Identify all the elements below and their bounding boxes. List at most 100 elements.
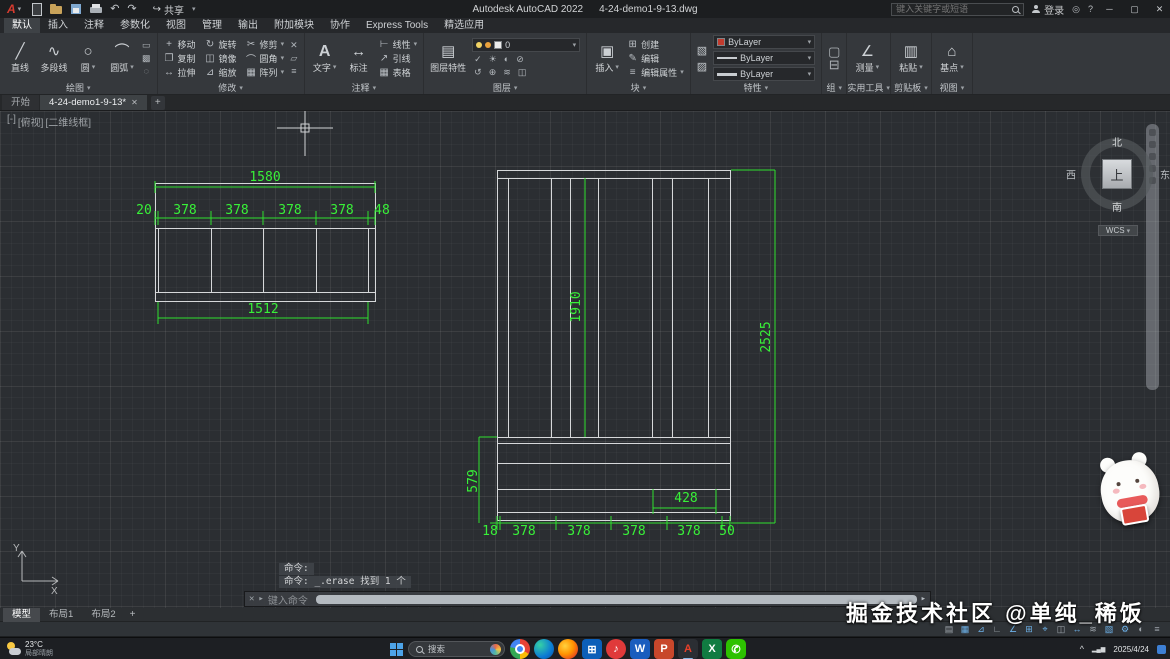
layer-tool-icon[interactable]: ↺ [474,67,482,78]
ribbon-tab-Express Tools[interactable]: Express Tools [358,18,436,33]
copy-tool[interactable]: ❐复制 [164,52,196,65]
drawing-view[interactable]: 1580 20 378 378 378 378 48 1512 [0,111,1170,608]
block-panel-footer[interactable]: 块▾ [587,81,690,94]
command-input-bar[interactable]: ✕ ▸ 键入命令 ▸ [244,591,931,607]
navigation-wheel-icon[interactable] [1149,129,1156,136]
taskbar-search[interactable]: 搜索 [408,641,505,657]
hatch-icon[interactable]: ▩ [142,53,151,64]
layout-tab-布局2[interactable]: 布局2 [82,608,124,622]
clock-date[interactable]: 2025/4/24 [1113,645,1149,654]
close-tab-icon[interactable]: ✕ [131,95,138,110]
layout-tab-布局1[interactable]: 布局1 [40,608,82,622]
layer-tool-icon[interactable]: ◫ [518,67,527,78]
move-tool[interactable]: +移动 [164,38,196,51]
layer-tool-icon[interactable]: ⊘ [516,54,524,65]
create-block-tool[interactable]: ⊞创建 [627,38,684,51]
properties-panel-footer[interactable]: 特性▾ [691,81,821,94]
command-scrollbar[interactable] [316,595,917,604]
compass-south[interactable]: 南 [1112,199,1122,214]
layers-panel-footer[interactable]: 图层▾ [424,81,586,94]
firefox-icon[interactable] [558,639,578,659]
compass-west[interactable]: 西 [1066,167,1076,182]
search-icon[interactable] [1012,6,1019,13]
app-store-icon[interactable]: ◎ [1072,4,1080,15]
base-view-tool[interactable]: ⌂ 基点▾ [938,43,966,74]
view-cube[interactable]: 北 南 西 东 上 WCS ▾ [1079,136,1155,212]
model-space-canvas[interactable]: [-] [俯视] [二维线框] [0,111,1170,608]
powerpoint-icon[interactable]: P [654,639,674,659]
array-tool[interactable]: ▦阵列▾ [246,66,285,79]
autocad-icon[interactable]: A [678,639,698,659]
linear-dimension-tool[interactable]: ⊢线性▾ [379,38,418,51]
lineweight-selector[interactable]: ByLayer ▾ [713,67,815,81]
new-file-icon[interactable] [30,3,42,15]
top-view-geometry[interactable] [156,184,376,302]
dimension-tool[interactable]: ↔ 标注 [345,43,373,74]
ribbon-tab-视图[interactable]: 视图 [158,18,194,33]
edit-block-tool[interactable]: ✎编辑 [627,52,684,65]
notification-icon[interactable] [1157,645,1166,654]
new-tab-button[interactable]: + [151,96,165,110]
arc-tool[interactable]: ⌒ 圆弧▾ [108,43,136,74]
rectangle-icon[interactable]: ▭ [142,40,151,51]
viewport-view-control[interactable]: [俯视] [18,114,44,129]
share-button[interactable]: ↪ 共享 [153,2,184,17]
store-icon[interactable]: ⊞ [582,639,602,659]
modify-extra-tools[interactable]: ✕ ▱ ≡ [290,40,298,77]
layer-properties-tool[interactable]: ▤ 图层特性 [430,43,466,74]
weather-widget[interactable]: 23°C 局部晴朗 [6,640,53,658]
ribbon-tab-默认[interactable]: 默认 [4,18,40,33]
fillet-tool[interactable]: ⌒圆角▾ [246,52,285,65]
draw-panel-footer[interactable]: 绘图▾ [0,81,157,94]
plot-icon[interactable] [90,3,102,15]
more-modify-icon[interactable]: ≡ [290,66,298,77]
undo-icon[interactable]: ↶ [110,3,119,15]
rotate-tool[interactable]: ↻旋转 [205,38,237,51]
scale-tool[interactable]: ⊿缩放 [205,66,237,79]
command-input[interactable]: 键入命令 [268,592,308,607]
text-tool[interactable]: A 文字▾ [311,43,339,74]
ribbon-tab-管理[interactable]: 管理 [194,18,230,33]
viewport-menu-control[interactable]: [-] [7,114,16,129]
sign-in-button[interactable]: 登录 [1032,2,1064,17]
chevron-down-icon[interactable]: ▾ [808,38,812,46]
start-button[interactable] [390,643,403,656]
excel-icon[interactable]: X [702,639,722,659]
groups-panel-footer[interactable]: 组▾ [822,81,846,94]
help-icon[interactable]: ? [1088,4,1093,14]
table-tool[interactable]: ▦表格 [379,66,418,79]
annotate-panel-footer[interactable]: 注释▾ [305,81,424,94]
clipboard-panel-footer[interactable]: 剪贴板▾ [891,81,931,94]
layer-tools-row-1[interactable]: ✓ ☀ ◐ ⊘ [472,54,580,65]
layer-tool-icon[interactable]: ✓ [474,54,482,65]
view-panel-footer[interactable]: 视图▾ [932,81,972,94]
front-view-geometry[interactable] [498,171,731,521]
ribbon-tab-输出[interactable]: 输出 [230,18,266,33]
chrome-icon[interactable] [510,639,530,659]
minimize-button[interactable]: ─ [1101,0,1118,18]
layout-tab-模型[interactable]: 模型 [3,608,40,622]
more-draw-icon[interactable]: ◌ [142,66,151,77]
help-search-field[interactable] [891,3,1024,16]
word-icon[interactable]: W [630,639,650,659]
stretch-tool[interactable]: ↔拉伸 [164,66,196,79]
leader-tool[interactable]: ↗引线 [379,52,418,65]
new-layout-button[interactable]: + [130,609,136,620]
ribbon-tab-附加模块[interactable]: 附加模块 [266,18,322,33]
network-icon[interactable]: ▂▄▆ [1092,646,1105,653]
document-tab[interactable]: 4-24-demo1-9-13* ✕ [40,95,147,110]
group-icon[interactable]: ▢ [828,46,840,57]
object-color-selector[interactable]: ByLayer ▾ [713,35,815,49]
modify-panel-footer[interactable]: 修改▾ [158,81,304,94]
insert-block-tool[interactable]: ▣ 插入▾ [593,43,621,74]
chevron-down-icon[interactable]: ▾ [808,70,812,78]
ribbon-tab-协作[interactable]: 协作 [322,18,358,33]
ungroup-icon[interactable]: ⊟ [828,59,840,70]
linetype-selector[interactable]: ByLayer ▾ [713,51,815,65]
wechat-icon[interactable]: ✆ [726,639,746,659]
line-tool[interactable]: ╱ 直线 [6,43,34,74]
properties-palette-icon[interactable]: ▨ [697,60,707,73]
draw-extra-tools[interactable]: ▭ ▩ ◌ [142,40,151,77]
chevron-down-icon[interactable]: ▾ [808,54,812,62]
layer-tool-icon[interactable]: ☀ [489,54,497,65]
